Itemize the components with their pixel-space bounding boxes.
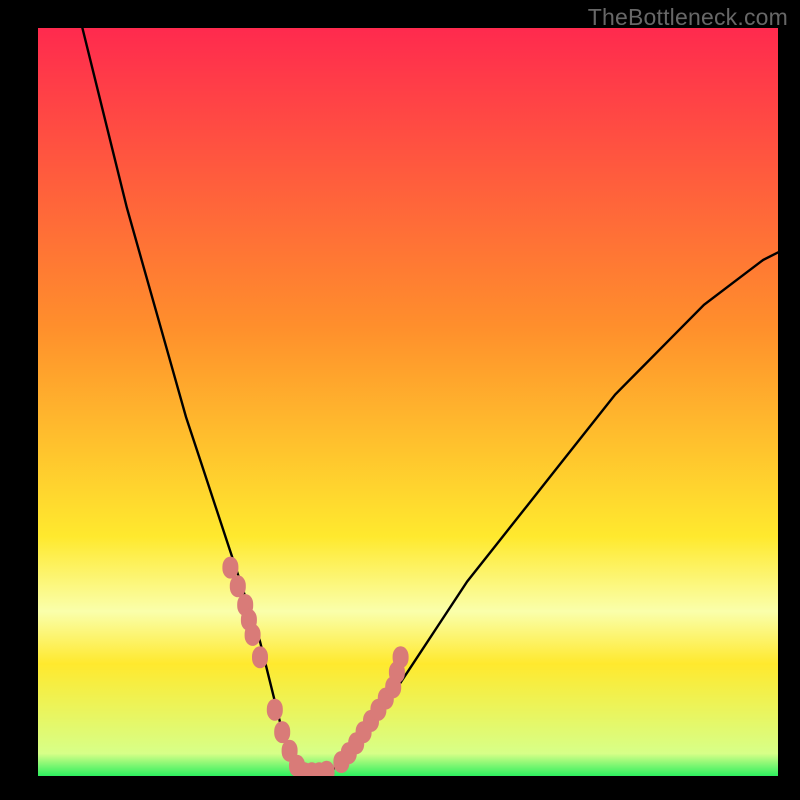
plot-area [38, 28, 778, 776]
highlight-dot [393, 646, 409, 668]
watermark-text: TheBottleneck.com [588, 4, 788, 31]
chart-overlay [38, 28, 778, 776]
highlight-dots [222, 557, 408, 776]
bottleneck-curve [82, 28, 778, 776]
highlight-dot [267, 699, 283, 721]
highlight-dot [245, 624, 261, 646]
highlight-dot [274, 721, 290, 743]
chart-frame: TheBottleneck.com [0, 0, 800, 800]
highlight-dot [222, 557, 238, 579]
highlight-dot [252, 646, 268, 668]
highlight-dot [230, 575, 246, 597]
